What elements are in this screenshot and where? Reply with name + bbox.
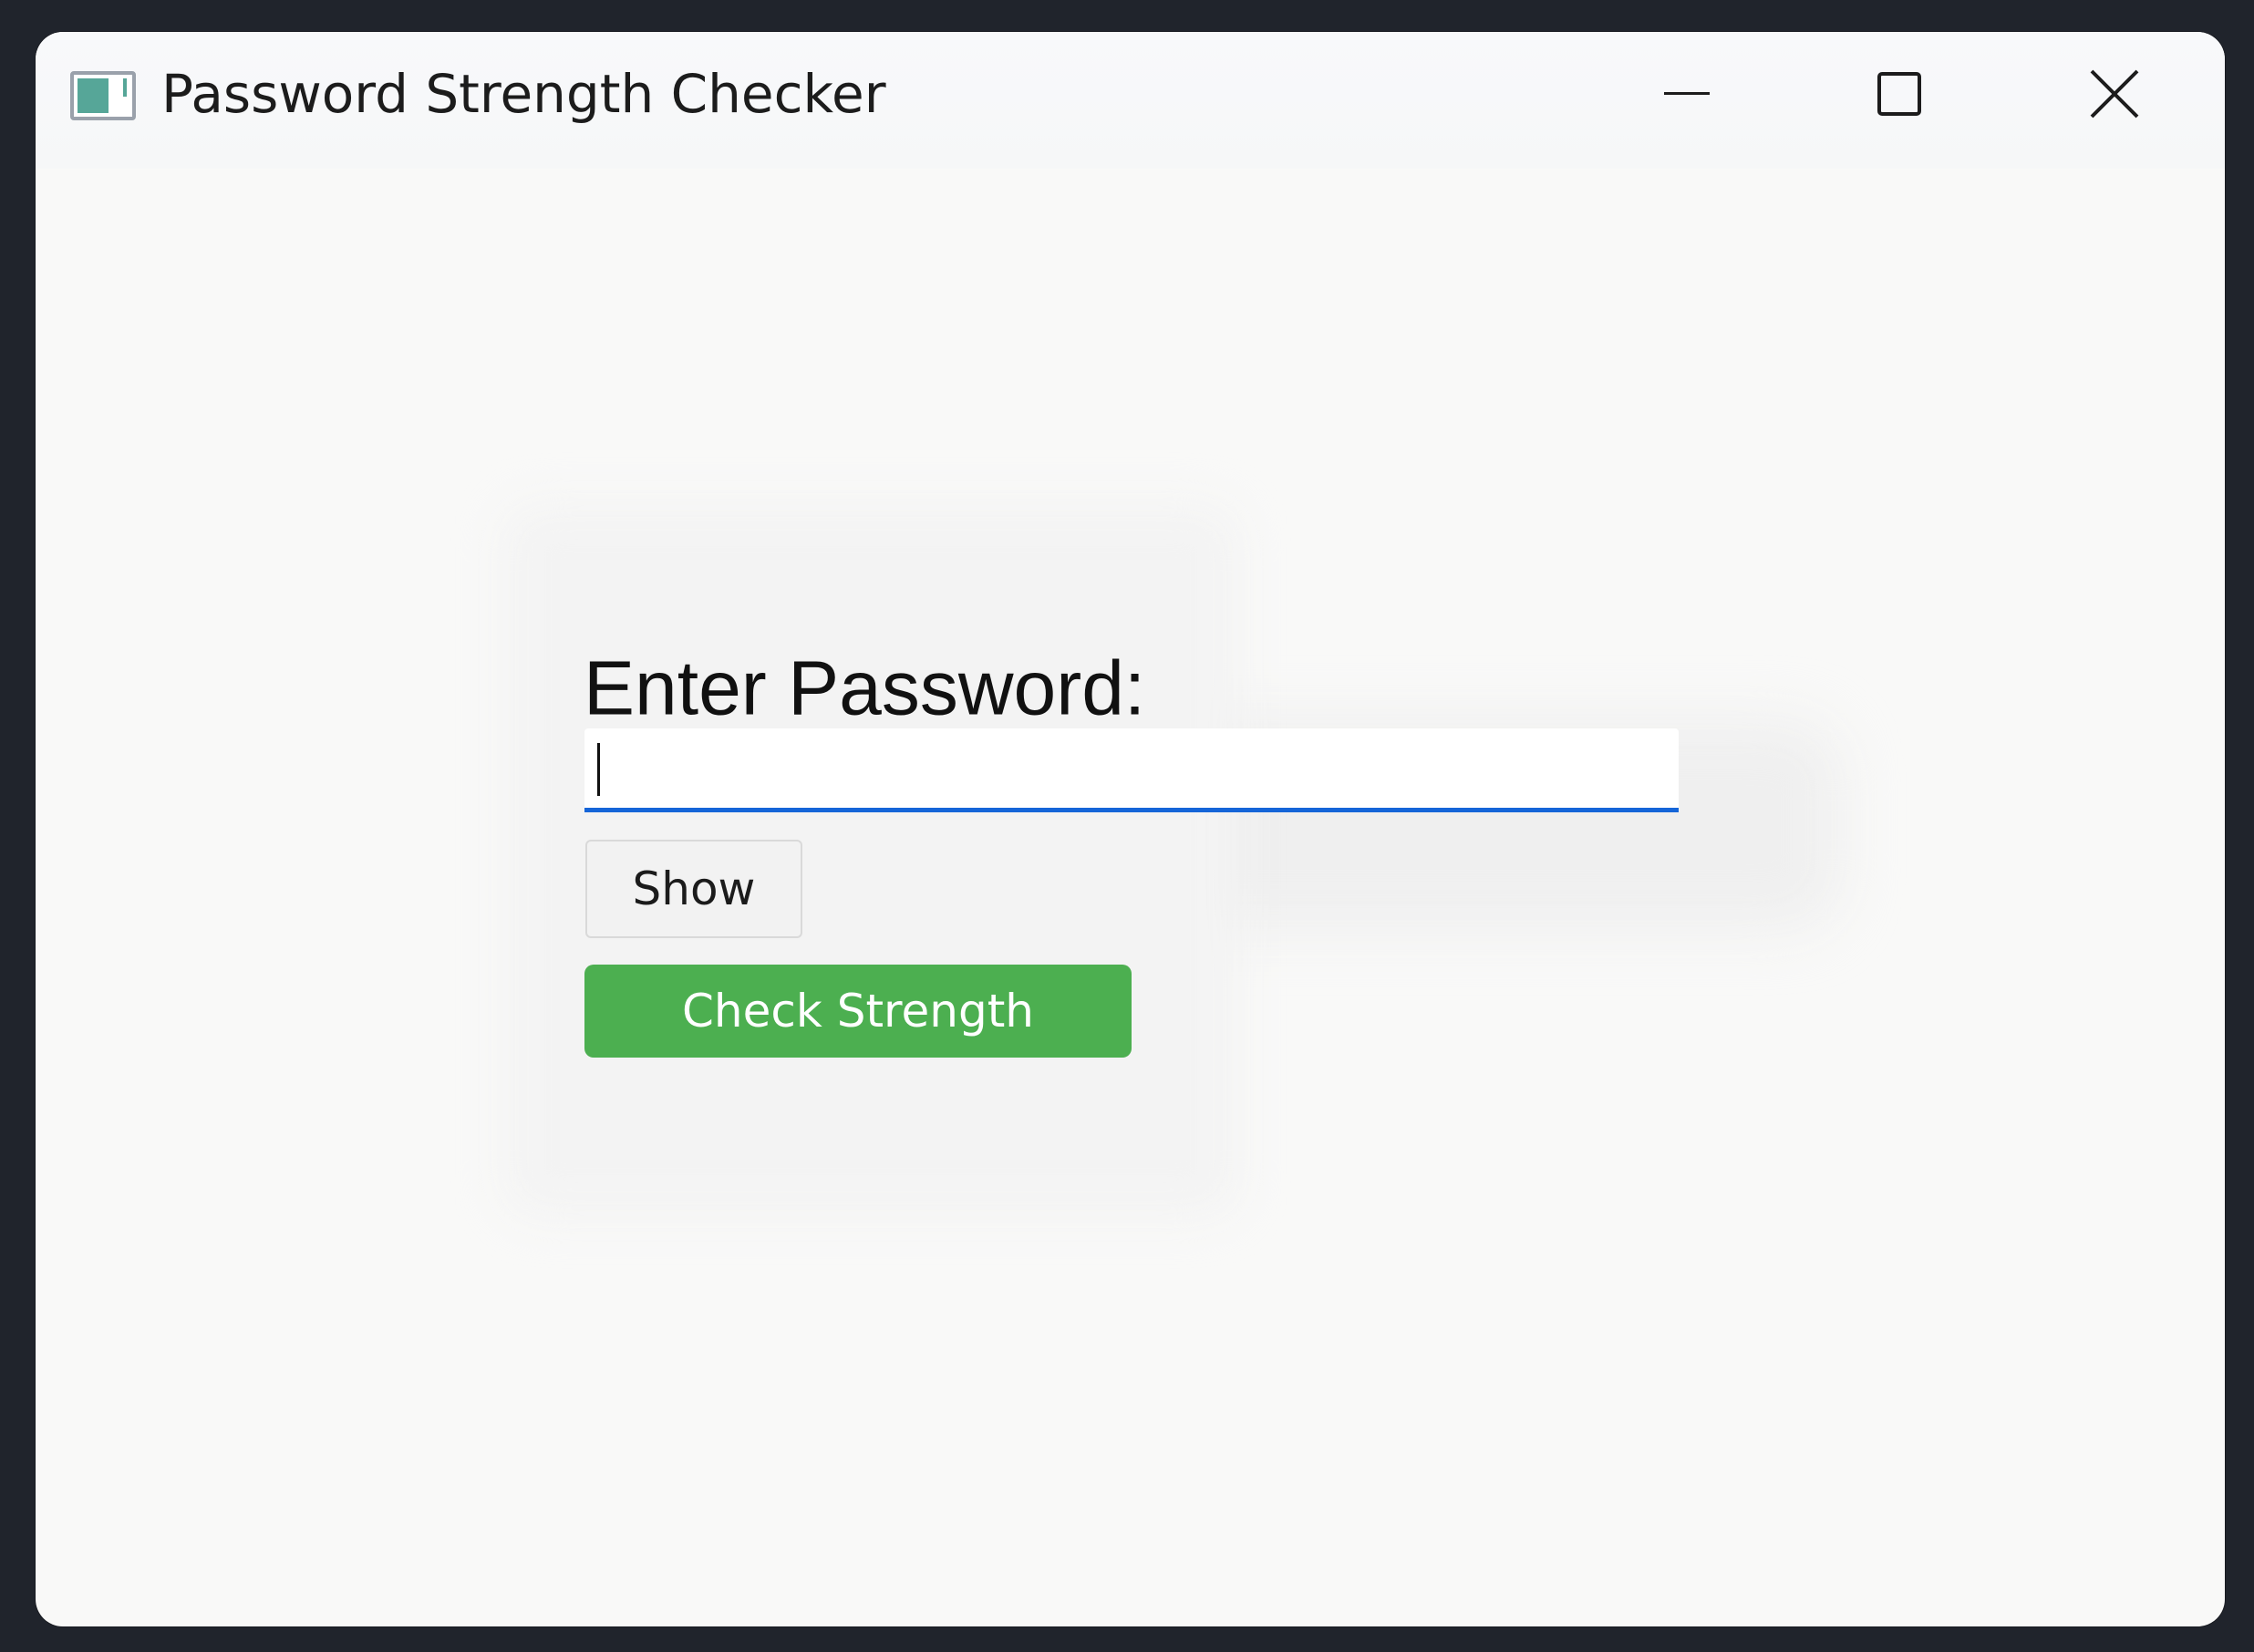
show-password-button[interactable]: Show [585, 840, 802, 938]
maximize-button[interactable] [1854, 50, 1945, 138]
close-button[interactable] [2069, 50, 2160, 138]
password-input[interactable] [584, 728, 1679, 812]
app-window: Password Strength Checker Enter Password… [36, 32, 2225, 1626]
text-caret [597, 743, 600, 796]
title-bar[interactable]: Password Strength Checker [36, 32, 2225, 169]
window-title: Password Strength Checker [161, 63, 886, 125]
app-icon [70, 71, 136, 120]
close-icon [2090, 69, 2139, 119]
password-label: Enter Password: [584, 645, 1146, 731]
check-strength-button[interactable]: Check Strength [584, 965, 1132, 1058]
maximize-icon [1877, 72, 1921, 116]
minimize-icon [1664, 92, 1710, 95]
minimize-button[interactable] [1642, 50, 1733, 138]
